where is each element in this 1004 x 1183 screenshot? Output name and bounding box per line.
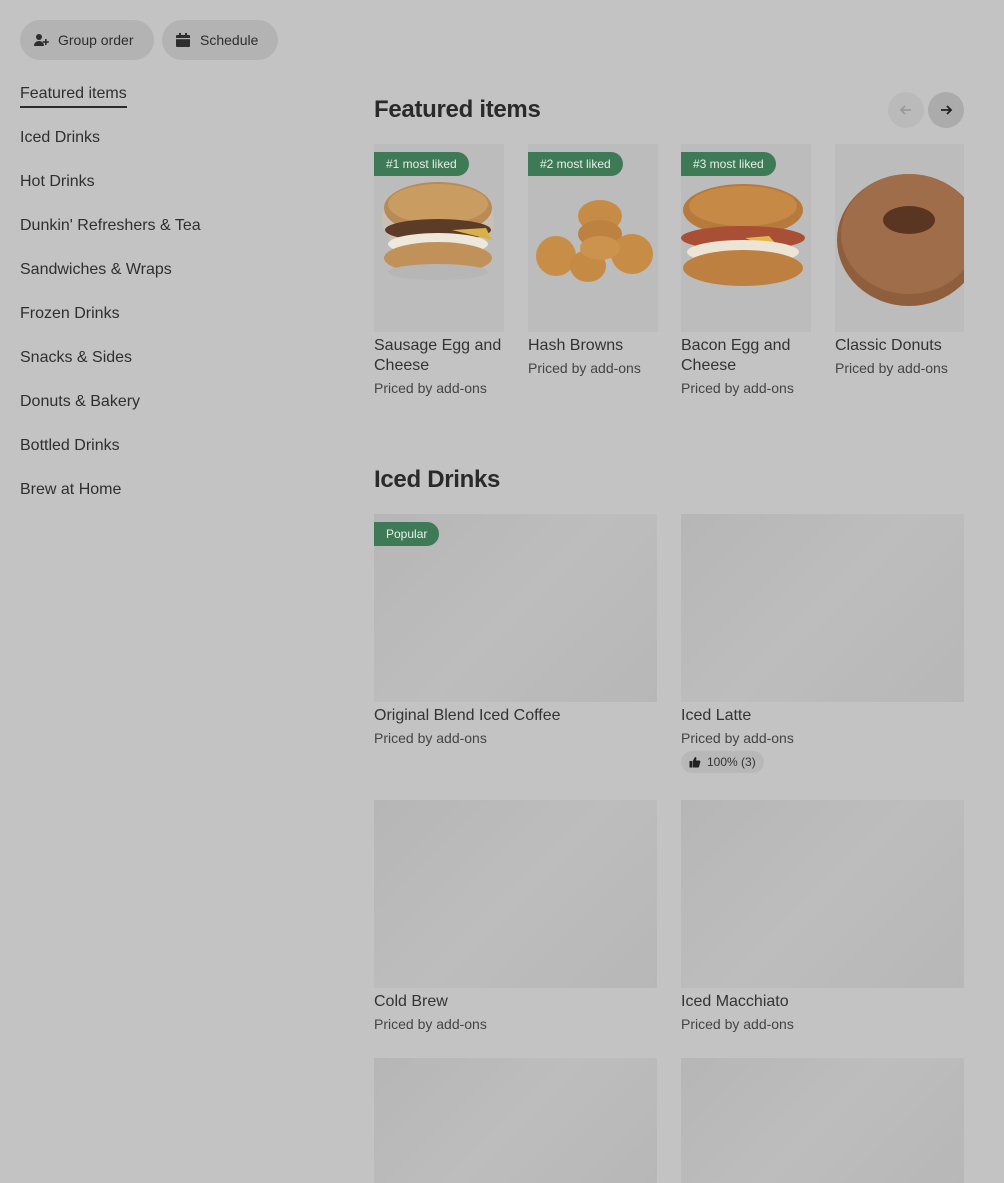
sidebar-item-label: Donuts & Bakery (20, 393, 141, 410)
item-price: Priced by add-ons (681, 380, 794, 396)
sidebar-item-donuts-bakery[interactable]: Donuts & Bakery (20, 392, 320, 436)
donut-image (837, 174, 964, 306)
sidebar-item-label: Sandwiches & Wraps (20, 261, 172, 278)
item-image-placeholder (374, 800, 657, 988)
arrow-left-icon (899, 105, 911, 115)
item-image: #3 most liked (681, 144, 811, 332)
top-actions: Group order Schedule (20, 20, 278, 60)
sidebar-item-label: Snacks & Sides (20, 349, 133, 366)
item-name: Classic Donuts (835, 337, 942, 354)
item-image: #2 most liked (528, 144, 658, 332)
sidebar-item-refreshers-tea[interactable]: Dunkin' Refreshers & Tea (20, 216, 320, 260)
item-price: Priced by add-ons (374, 380, 487, 396)
item-name: Sausage Egg and Cheese (374, 337, 502, 374)
schedule-button[interactable]: Schedule (162, 20, 278, 60)
sidebar-item-label: Frozen Drinks (20, 305, 120, 322)
featured-item-card[interactable]: Classic Donuts Priced by add-ons (835, 144, 964, 377)
featured-item-card[interactable]: #3 most liked Bacon Egg and Cheese Price… (681, 144, 811, 397)
item-name: Hash Browns (528, 337, 624, 354)
most-liked-badge: #1 most liked (374, 152, 469, 176)
featured-section-title: Featured items (374, 96, 541, 123)
category-sidebar: Featured items Iced Drinks Hot Drinks Du… (20, 84, 320, 524)
arrow-right-icon (941, 105, 953, 115)
item-price: Priced by add-ons (681, 730, 794, 746)
sidebar-item-label: Brew at Home (20, 481, 122, 498)
most-liked-badge: #3 most liked (681, 152, 776, 176)
sidebar-item-sandwiches-wraps[interactable]: Sandwiches & Wraps (20, 260, 320, 304)
item-image-placeholder (681, 514, 964, 702)
item-price: Priced by add-ons (835, 360, 948, 376)
sidebar-item-label: Hot Drinks (20, 173, 95, 190)
menu-item-card[interactable]: Iced Macchiato Priced by add-ons (681, 800, 964, 1033)
sidebar-item-featured-items[interactable]: Featured items (20, 84, 320, 128)
schedule-label: Schedule (200, 32, 259, 48)
featured-carousel: #1 most liked Sausage Egg and Cheese Pri… (374, 144, 964, 414)
sidebar-item-snacks-sides[interactable]: Snacks & Sides (20, 348, 320, 392)
group-order-button[interactable]: Group order (20, 20, 154, 60)
item-image (835, 144, 964, 332)
sidebar-item-label: Featured items (20, 84, 127, 108)
featured-item-card[interactable]: #1 most liked Sausage Egg and Cheese Pri… (374, 144, 504, 397)
carousel-next-button[interactable] (928, 92, 964, 128)
item-image-placeholder (681, 1058, 964, 1183)
item-price: Priced by add-ons (374, 730, 487, 746)
item-name: Cold Brew (374, 993, 448, 1010)
rating-value: 100% (3) (707, 755, 756, 769)
featured-item-card[interactable]: #2 most liked Hash Browns Priced by add-… (528, 144, 658, 377)
item-price: Priced by add-ons (528, 360, 641, 376)
rating-badge: 100% (3) (681, 751, 764, 773)
add-person-icon (32, 31, 50, 49)
calendar-icon (174, 31, 192, 49)
item-name: Iced Latte (681, 707, 752, 724)
most-liked-badge: #2 most liked (528, 152, 623, 176)
item-name: Original Blend Iced Coffee (374, 707, 561, 724)
sidebar-item-brew-at-home[interactable]: Brew at Home (20, 480, 320, 524)
sidebar-item-iced-drinks[interactable]: Iced Drinks (20, 128, 320, 172)
item-image: #1 most liked (374, 144, 504, 332)
item-name: Iced Macchiato (681, 993, 789, 1010)
sidebar-item-label: Dunkin' Refreshers & Tea (20, 217, 201, 234)
sidebar-item-frozen-drinks[interactable]: Frozen Drinks (20, 304, 320, 348)
menu-item-card[interactable]: Cold Brew Priced by add-ons (374, 800, 657, 1033)
popular-badge: Popular (374, 522, 440, 546)
iced-drinks-section-title: Iced Drinks (374, 466, 501, 493)
item-image-placeholder (374, 1058, 657, 1183)
menu-item-card[interactable] (374, 1058, 657, 1183)
sidebar-item-hot-drinks[interactable]: Hot Drinks (20, 172, 320, 216)
menu-item-card[interactable]: Popular Original Blend Iced Coffee Price… (374, 514, 657, 747)
sidebar-item-label: Iced Drinks (20, 129, 101, 146)
sidebar-item-bottled-drinks[interactable]: Bottled Drinks (20, 436, 320, 480)
item-price: Priced by add-ons (374, 1016, 487, 1032)
group-order-label: Group order (58, 32, 134, 48)
menu-item-card[interactable]: Iced Latte Priced by add-ons 100% (3) (681, 514, 964, 773)
item-price: Priced by add-ons (681, 1016, 794, 1032)
thumbs-up-icon (689, 757, 701, 768)
menu-item-card[interactable] (681, 1058, 964, 1183)
carousel-prev-button[interactable] (888, 92, 924, 128)
sidebar-item-label: Bottled Drinks (20, 437, 120, 454)
carousel-nav (888, 92, 964, 128)
item-image-placeholder (681, 800, 964, 988)
item-image-placeholder: Popular (374, 514, 657, 702)
item-name: Bacon Egg and Cheese (681, 337, 791, 374)
